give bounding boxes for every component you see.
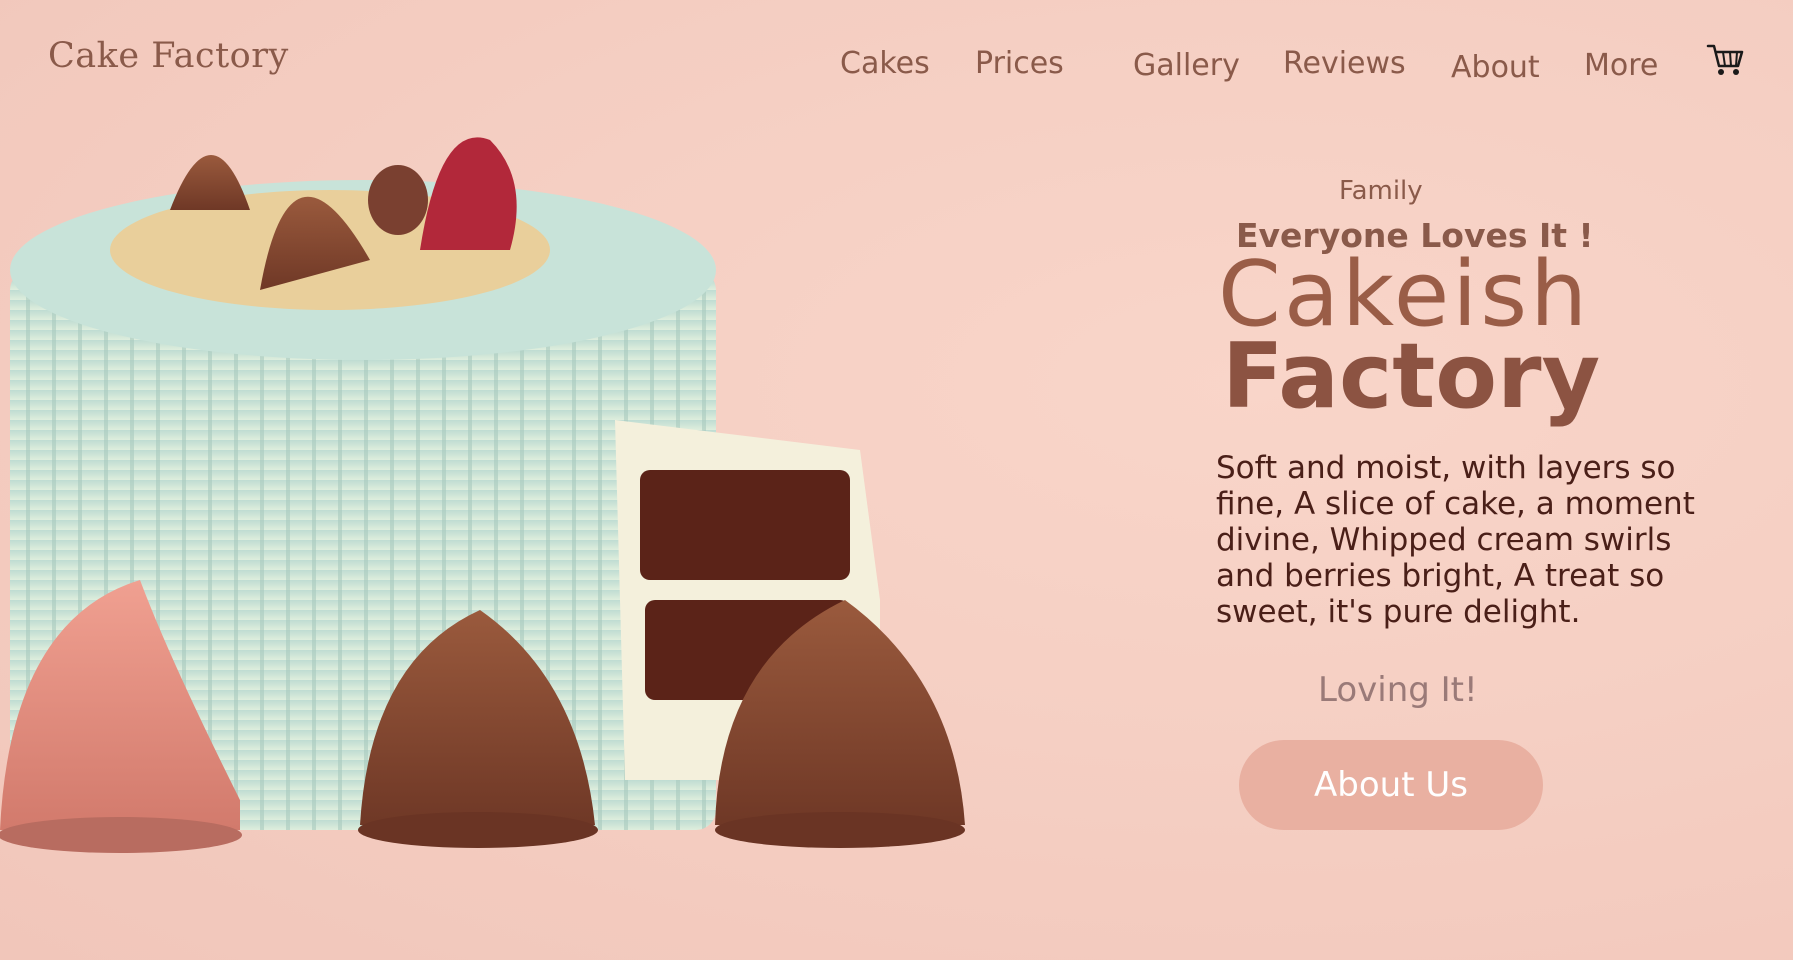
nav-item-prices[interactable]: Prices <box>975 46 1064 81</box>
cart-icon[interactable] <box>1706 42 1746 78</box>
hero-cake-image <box>0 100 980 860</box>
nav-item-gallery[interactable]: Gallery <box>1133 48 1240 83</box>
about-us-button[interactable]: About Us <box>1239 740 1543 830</box>
hero-eyebrow-small: Family <box>1339 176 1423 206</box>
site-logo[interactable]: Cake Factory <box>48 36 289 76</box>
nav-item-more[interactable]: More <box>1584 48 1658 83</box>
hero-title-line2: Factory <box>1222 324 1601 429</box>
nav-item-cakes[interactable]: Cakes <box>840 46 930 81</box>
hero-description: Soft and moist, with layers so fine, A s… <box>1216 450 1695 630</box>
nav-item-reviews[interactable]: Reviews <box>1283 46 1406 81</box>
hero-loving-text: Loving It! <box>1318 670 1478 710</box>
nav-item-about[interactable]: About <box>1451 50 1540 85</box>
